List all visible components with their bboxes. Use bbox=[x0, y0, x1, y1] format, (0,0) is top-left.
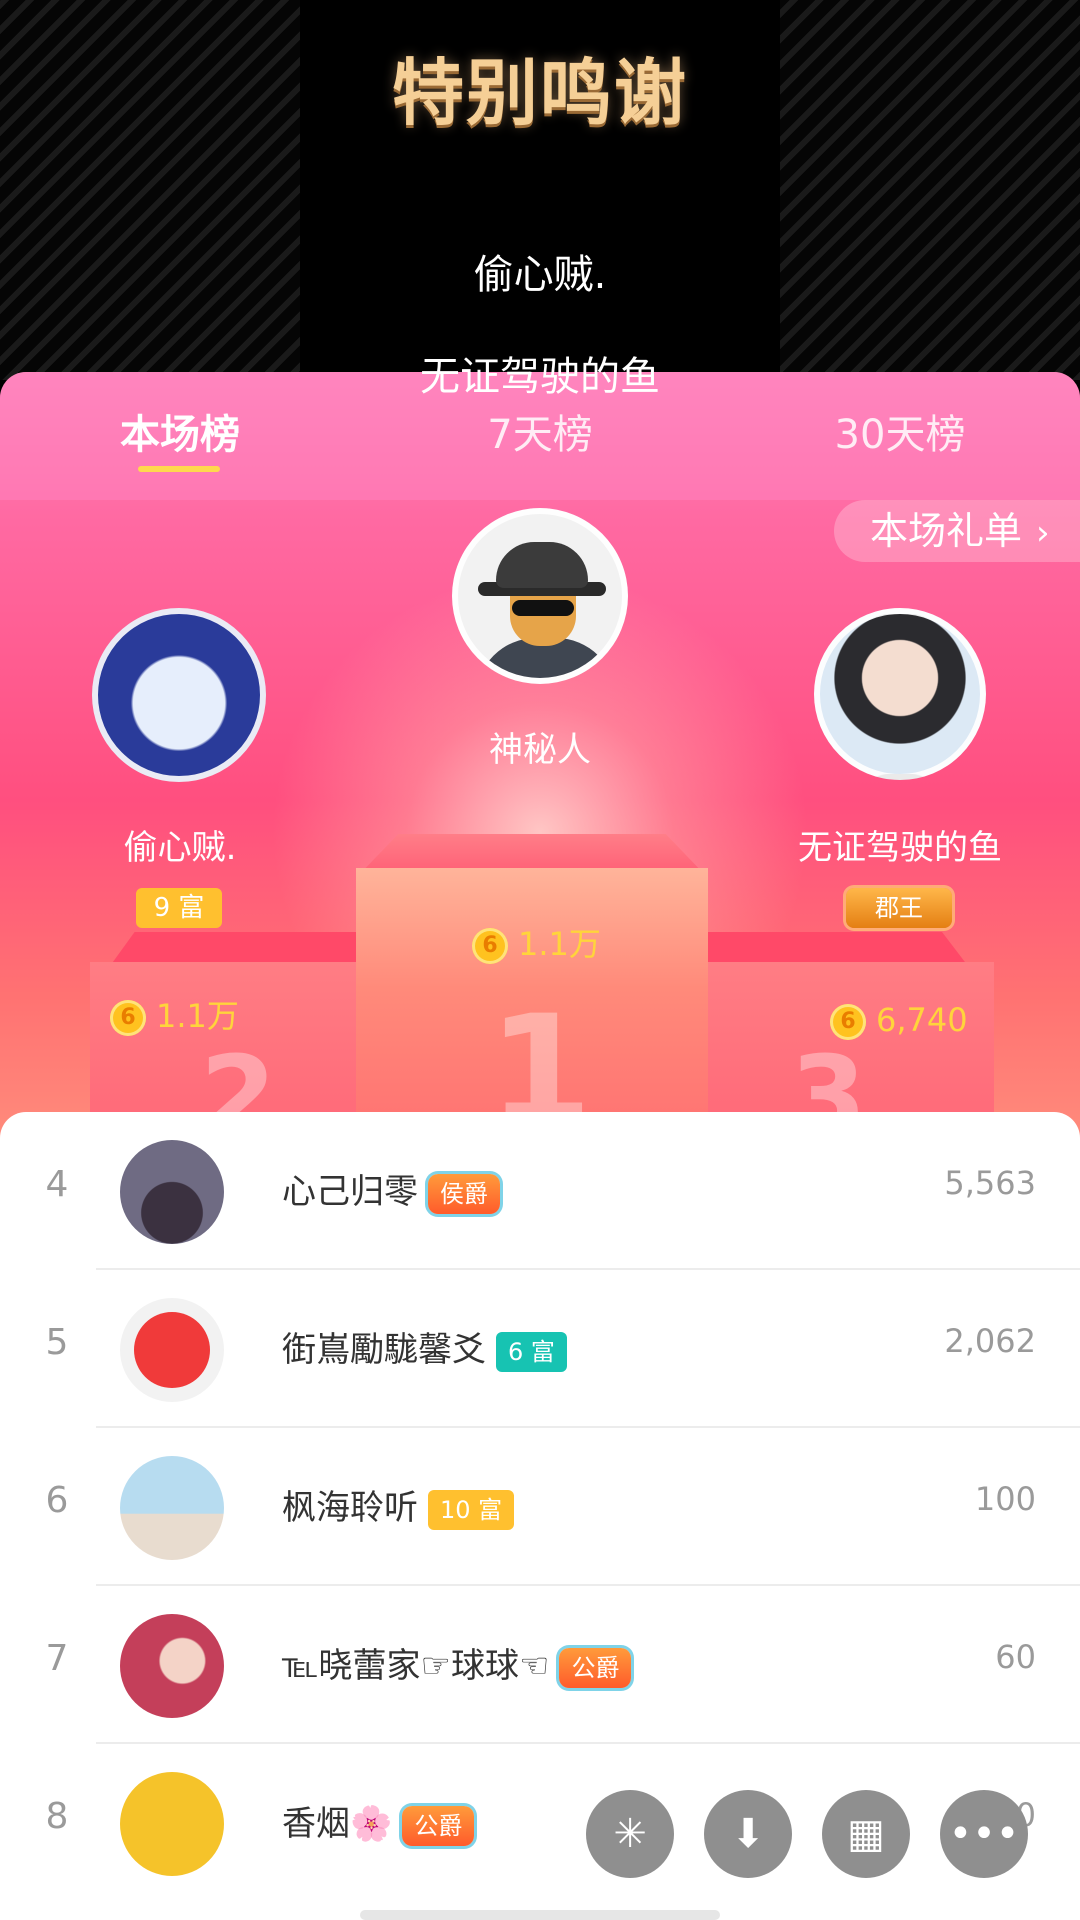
tab-active-indicator bbox=[138, 466, 220, 472]
gift-list-label: 本场礼单 bbox=[870, 509, 1023, 553]
rank-number: 6 bbox=[45, 1480, 69, 1521]
share-icon: ✳ bbox=[613, 1811, 647, 1857]
coin-icon: 6 bbox=[472, 928, 508, 964]
grid-icon: ▦ bbox=[847, 1811, 885, 1857]
avatar[interactable] bbox=[120, 1456, 224, 1560]
coin-icon: 6 bbox=[830, 1004, 866, 1040]
score: 100 bbox=[974, 1480, 1036, 1518]
wink-face-icon bbox=[134, 1312, 210, 1388]
credit-line-partial bbox=[0, 150, 1080, 172]
avatar-second[interactable] bbox=[92, 608, 266, 782]
first-place-name: 神秘人 bbox=[489, 730, 591, 770]
rank-number: 4 bbox=[45, 1164, 69, 1205]
rank-number: 7 bbox=[45, 1638, 69, 1679]
user-name: 枫海聆听 10 富 bbox=[282, 1480, 515, 1530]
avatar-first-mystery[interactable] bbox=[452, 508, 628, 684]
list-item[interactable]: 6 枫海聆听 10 富 100 bbox=[0, 1428, 1080, 1586]
more-button[interactable]: ••• bbox=[940, 1790, 1028, 1878]
third-place-name: 无证驾驶的鱼 bbox=[798, 828, 1002, 868]
rank-number: 5 bbox=[45, 1322, 69, 1363]
rank-number: 8 bbox=[45, 1796, 69, 1837]
score: 5,563 bbox=[944, 1164, 1036, 1202]
avatar[interactable] bbox=[120, 1298, 224, 1402]
tab-30-days[interactable]: 30天榜 bbox=[790, 402, 1010, 460]
noble-rank-badge: 侯爵 bbox=[428, 1173, 500, 1214]
credit-line: 无证驾驶的鱼 bbox=[420, 354, 660, 400]
podium-second-top bbox=[110, 932, 356, 966]
second-place-name: 偷心贼. bbox=[123, 828, 237, 868]
share-button[interactable]: ✳ bbox=[586, 1790, 674, 1878]
user-name: 香烟🌸 公爵 bbox=[282, 1796, 475, 1846]
ranking-list: 4 心己归零 侯爵 5,563 5 衘嶌勵駹馨爻 6 富 2,062 6 枫海聆听 1… bbox=[0, 1112, 1080, 1920]
podium-third-top bbox=[708, 932, 968, 966]
noble-rank-badge: 郡王 bbox=[846, 888, 952, 928]
second-place-score: 6 1.1万 bbox=[110, 996, 239, 1036]
user-name: 衘嶌勵駹馨爻 6 富 bbox=[282, 1322, 567, 1372]
user-name: 心己归零 侯爵 bbox=[282, 1164, 500, 1214]
rich-level-badge: 9 富 bbox=[136, 888, 222, 928]
rich-level-badge: 6 富 bbox=[496, 1331, 567, 1372]
leaderboard-panel: 本场榜 7天榜 30天榜 本场礼单 › 1 2 3 神秘人 偷心贼. 无证驾驶的鱼… bbox=[0, 372, 1080, 1152]
credit-line: 偷心贼. bbox=[473, 252, 607, 298]
noble-rank-badge: 公爵 bbox=[402, 1805, 475, 1846]
tab-this-session[interactable]: 本场榜 bbox=[70, 402, 290, 460]
credits-title: 特别鸣谢 bbox=[391, 51, 688, 135]
list-item[interactable]: 4 心己归零 侯爵 5,563 bbox=[0, 1112, 1080, 1270]
gift-list-button[interactable]: 本场礼单 › bbox=[834, 500, 1080, 562]
chevron-right-icon: › bbox=[1036, 513, 1050, 553]
first-place-score: 6 1.1万 bbox=[472, 924, 601, 964]
coin-icon: 6 bbox=[110, 1000, 146, 1036]
list-item[interactable]: 5 衘嶌勵駹馨爻 6 富 2,062 bbox=[0, 1270, 1080, 1428]
download-button[interactable]: ⬇ bbox=[704, 1790, 792, 1878]
download-icon: ⬇ bbox=[731, 1811, 765, 1857]
third-place-score: 6 6,740 bbox=[830, 1000, 968, 1040]
score: 60 bbox=[995, 1638, 1036, 1676]
user-name: ℡晓蕾家☞球球☜ 公爵 bbox=[282, 1638, 632, 1688]
avatar[interactable] bbox=[120, 1140, 224, 1244]
list-item[interactable]: 8 香烟🌸公爵 50 bbox=[0, 1744, 1080, 1902]
avatar[interactable] bbox=[120, 1614, 224, 1718]
home-indicator bbox=[360, 1910, 720, 1920]
rich-level-badge: 10 富 bbox=[428, 1489, 515, 1530]
grid-button[interactable]: ▦ bbox=[822, 1790, 910, 1878]
avatar-third[interactable] bbox=[814, 608, 986, 780]
tab-7-days[interactable]: 7天榜 bbox=[430, 402, 650, 460]
score: 2,062 bbox=[944, 1322, 1036, 1360]
list-item[interactable]: 7 ℡晓蕾家☞球球☜ 公爵 60 bbox=[0, 1586, 1080, 1744]
noble-rank-badge: 公爵 bbox=[559, 1647, 632, 1688]
more-icon: ••• bbox=[948, 1811, 1020, 1857]
avatar[interactable] bbox=[120, 1772, 224, 1876]
